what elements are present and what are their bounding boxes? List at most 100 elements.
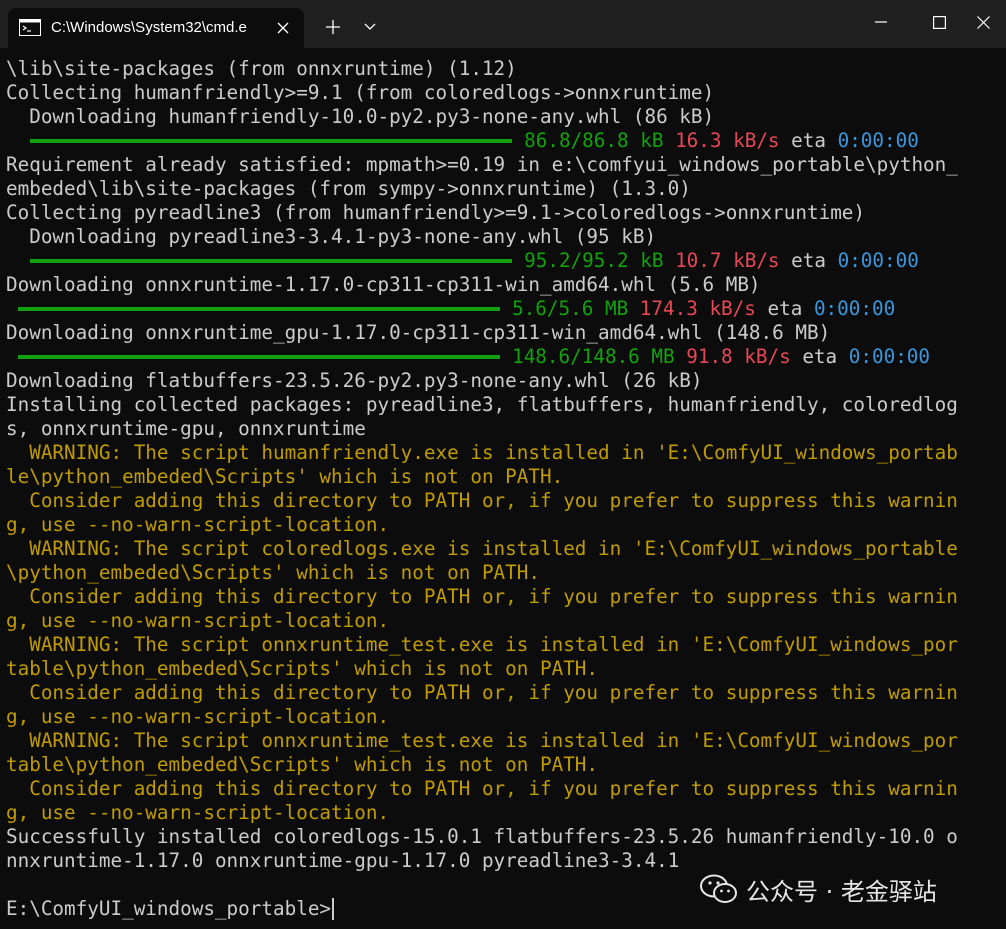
warning-line: WARNING: The script onnxruntime_test.exe…: [6, 729, 1001, 753]
line-text: Downloading onnxruntime_gpu-1.17.0-cp311…: [6, 321, 831, 344]
progress-eta-label: eta: [791, 129, 826, 152]
new-tab-button[interactable]: [316, 12, 350, 42]
output-line: \lib\site-packages (from onnxruntime) (1…: [6, 57, 1001, 81]
output-line: nnxruntime-1.17.0 onnxruntime-gpu-1.17.0…: [6, 849, 1001, 873]
wechat-icon: [700, 874, 737, 903]
line-text: E:\ComfyUI_windows_portable>: [6, 897, 332, 920]
progress-line: 148.6/148.6 MB 91.8 kB/s eta 0:00:00: [6, 345, 1001, 369]
warning-line: le\python_embeded\Scripts' which is not …: [6, 465, 1001, 489]
warning-line: WARNING: The script onnxruntime_test.exe…: [6, 633, 1001, 657]
warning-line: g, use --no-warn-script-location.: [6, 609, 1001, 633]
progress-eta: 0:00:00: [837, 129, 919, 152]
progress-speed: 91.8 kB/s: [686, 345, 791, 368]
tab-dropdown-button[interactable]: [355, 12, 385, 42]
progress-eta: 0:00:00: [837, 249, 919, 272]
progress-line: 95.2/95.2 kB 10.7 kB/s eta 0:00:00: [6, 249, 1001, 273]
output-line: Installing collected packages: pyreadlin…: [6, 393, 1001, 417]
title-bar: C:\Windows\System32\cmd.e: [0, 0, 1006, 48]
line-text: le\python_embeded\Scripts' which is not …: [6, 465, 564, 488]
line-text: WARNING: The script onnxruntime_test.exe…: [6, 729, 958, 752]
close-icon: [277, 22, 289, 34]
progress-speed: 174.3 kB/s: [639, 297, 756, 320]
progress-line: 86.8/86.8 kB 16.3 kB/s eta 0:00:00: [6, 129, 1001, 153]
progress-eta: 0:00:00: [848, 345, 931, 368]
progress-done: 86.8/86.8 kB: [524, 129, 664, 152]
minimize-icon: [875, 21, 887, 23]
chevron-down-icon: [364, 23, 376, 30]
maximize-icon: [932, 15, 946, 29]
line-text: WARNING: The script humanfriendly.exe is…: [6, 441, 958, 464]
line-text: Consider adding this directory to PATH o…: [6, 681, 958, 704]
warning-line: Consider adding this directory to PATH o…: [6, 585, 1001, 609]
line-text: Consider adding this directory to PATH o…: [6, 777, 958, 800]
progress-speed: 10.7 kB/s: [675, 249, 780, 272]
line-text: Consider adding this directory to PATH o…: [6, 489, 958, 512]
line-text: nnxruntime-1.17.0 onnxruntime-gpu-1.17.0…: [6, 849, 680, 872]
output-line: Downloading onnxruntime-1.17.0-cp311-cp3…: [6, 273, 1001, 297]
output-line: Downloading flatbuffers-23.5.26-py2.py3-…: [6, 369, 1001, 393]
warning-line: WARNING: The script humanfriendly.exe is…: [6, 441, 1001, 465]
warning-line: g, use --no-warn-script-location.: [6, 513, 1001, 537]
line-text: WARNING: The script onnxruntime_test.exe…: [6, 633, 958, 656]
output-line: Downloading humanfriendly-10.0-py2.py3-n…: [6, 105, 1001, 129]
progress-done: 95.2/95.2 kB: [524, 249, 664, 272]
line-text: table\python_embeded\Scripts' which is n…: [6, 657, 599, 680]
warning-line: Consider adding this directory to PATH o…: [6, 777, 1001, 801]
line-text: Collecting pyreadline3 (from humanfriend…: [6, 201, 866, 224]
output-line: embeded\lib\site-packages (from sympy->o…: [6, 177, 1001, 201]
progress-eta-label: eta: [791, 249, 826, 272]
plus-icon: [326, 20, 340, 34]
line-text: Successfully installed coloredlogs-15.0.…: [6, 825, 958, 848]
warning-line: table\python_embeded\Scripts' which is n…: [6, 753, 1001, 777]
warning-line: g, use --no-warn-script-location.: [6, 705, 1001, 729]
line-text: table\python_embeded\Scripts' which is n…: [6, 753, 599, 776]
progress-line: 5.6/5.6 MB 174.3 kB/s eta 0:00:00: [6, 297, 1001, 321]
progress-speed: 16.3 kB/s: [675, 129, 780, 152]
line-text: g, use --no-warn-script-location.: [6, 609, 390, 632]
progress-bar: [18, 355, 501, 359]
minimize-button[interactable]: [852, 0, 910, 44]
output-line: Requirement already satisfied: mpmath>=0…: [6, 153, 1001, 177]
line-text: Installing collected packages: pyreadlin…: [6, 393, 958, 416]
warning-line: \python_embeded\Scripts' which is not on…: [6, 561, 1001, 585]
output-line: Downloading onnxruntime_gpu-1.17.0-cp311…: [6, 321, 1001, 345]
terminal-output[interactable]: \lib\site-packages (from onnxruntime) (1…: [6, 57, 1001, 927]
line-text: Consider adding this directory to PATH o…: [6, 585, 958, 608]
progress-bar: [30, 139, 513, 143]
output-line: s, onnxruntime-gpu, onnxruntime: [6, 417, 1001, 441]
line-text: Downloading flatbuffers-23.5.26-py2.py3-…: [6, 369, 703, 392]
warning-line: Consider adding this directory to PATH o…: [6, 681, 1001, 705]
tab-close-button[interactable]: [272, 17, 294, 39]
line-text: \python_embeded\Scripts' which is not on…: [6, 561, 540, 584]
watermark: 公众号 · 老金驿站: [700, 872, 937, 906]
progress-done: 5.6/5.6 MB: [512, 297, 629, 320]
line-text: WARNING: The script coloredlogs.exe is i…: [6, 537, 958, 560]
line-text: \lib\site-packages (from onnxruntime) (1…: [6, 57, 517, 80]
line-text: g, use --no-warn-script-location.: [6, 801, 390, 824]
warning-line: table\python_embeded\Scripts' which is n…: [6, 657, 1001, 681]
progress-eta-label: eta: [802, 345, 838, 368]
warning-line: Consider adding this directory to PATH o…: [6, 489, 1001, 513]
close-icon: [976, 15, 990, 29]
output-line: Collecting pyreadline3 (from humanfriend…: [6, 201, 1001, 225]
line-text: s, onnxruntime-gpu, onnxruntime: [6, 417, 366, 440]
output-line: Collecting humanfriendly>=9.1 (from colo…: [6, 81, 1001, 105]
output-line: Downloading pyreadline3-3.4.1-py3-none-a…: [6, 225, 1001, 249]
progress-bar: [18, 307, 501, 311]
close-window-button[interactable]: [960, 0, 1006, 44]
line-text: g, use --no-warn-script-location.: [6, 513, 390, 536]
terminal-tab[interactable]: C:\Windows\System32\cmd.e: [8, 8, 304, 48]
line-text: embeded\lib\site-packages (from sympy->o…: [6, 177, 691, 200]
text-cursor: [332, 898, 335, 920]
line-text: Downloading pyreadline3-3.4.1-py3-none-a…: [6, 225, 657, 248]
watermark-text: 公众号 · 老金驿站: [746, 877, 937, 906]
tab-title: C:\Windows\System32\cmd.e: [51, 19, 247, 36]
progress-bar: [30, 259, 513, 263]
progress-done: 148.6/148.6 MB: [512, 345, 675, 368]
output-line: Successfully installed coloredlogs-15.0.…: [6, 825, 1001, 849]
line-text: Requirement already satisfied: mpmath>=0…: [6, 153, 958, 176]
line-text: Downloading humanfriendly-10.0-py2.py3-n…: [6, 105, 715, 128]
progress-eta: 0:00:00: [813, 297, 896, 320]
warning-line: g, use --no-warn-script-location.: [6, 801, 1001, 825]
line-text: g, use --no-warn-script-location.: [6, 705, 390, 728]
